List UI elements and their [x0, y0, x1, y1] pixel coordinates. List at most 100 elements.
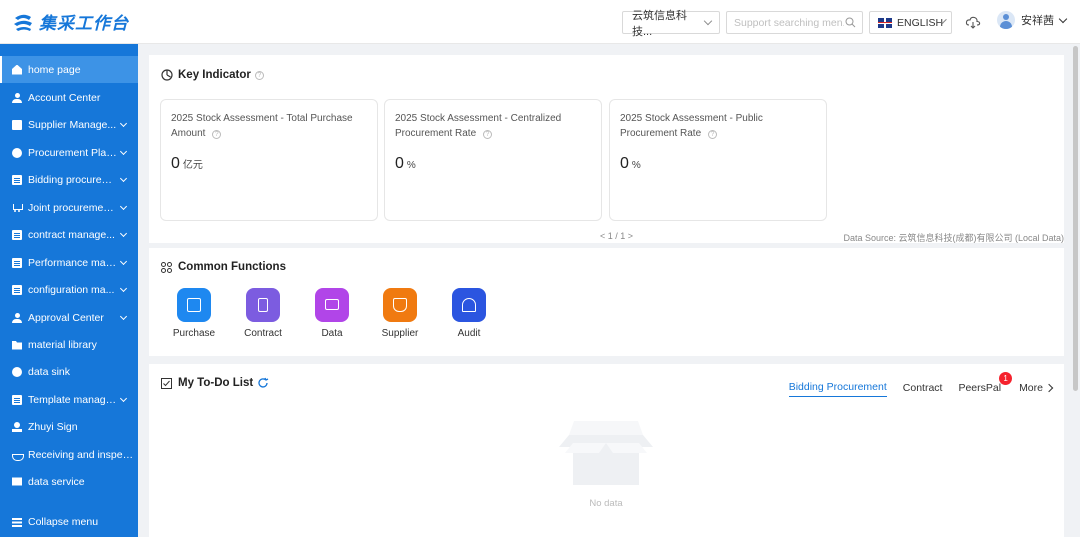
data-source-text: Data Source: 云筑信息科技(成都)有限公司 (Local Data)	[843, 233, 1064, 243]
box-icon	[12, 119, 22, 130]
logo-text: 集采工作台	[39, 14, 129, 33]
data-chart-icon	[315, 288, 349, 322]
indicator-value: 0	[395, 155, 404, 172]
tab-contract[interactable]: Contract	[903, 382, 943, 397]
help-icon[interactable]: ?	[254, 70, 264, 80]
indicator-unit: %	[631, 160, 641, 171]
todo-tabs: Bidding Procurement Contract PeersPal 1 …	[773, 371, 1054, 397]
sidebar-item-joint-procurement[interactable]: Joint procuremen...	[0, 194, 138, 221]
menu-search-input[interactable]	[734, 16, 844, 29]
sidebar-item-home-page[interactable]: home page	[0, 56, 138, 83]
sidebar-item-label: Template manage...	[28, 393, 121, 406]
indicator-card-title: 2025 Stock Assessment - Public Procureme…	[620, 111, 816, 141]
sidebar-item-label: Supplier Manage...	[28, 118, 117, 131]
more-link[interactable]: More	[1019, 382, 1054, 397]
sidebar-item-label: Approval Center	[28, 311, 104, 324]
document-icon	[12, 284, 22, 295]
indicator-card[interactable]: 2025 Stock Assessment - Public Procureme…	[609, 99, 827, 221]
sidebar-item-label: material library	[28, 338, 97, 351]
sidebar-item-template-management[interactable]: Template manage...	[0, 386, 138, 413]
collapse-menu-label: Collapse menu	[28, 516, 99, 528]
function-label: Supplier	[381, 328, 419, 339]
sidebar-item-label: data service	[28, 475, 85, 488]
app-logo[interactable]: 集采工作台	[12, 9, 129, 34]
sidebar-item-label: Receiving and inspectin...	[28, 448, 138, 461]
function-supplier[interactable]: Supplier	[370, 288, 430, 339]
key-indicator-title-text: Key Indicator	[178, 69, 251, 81]
common-functions-panel: Common Functions Purchase Contract Data …	[149, 248, 1064, 356]
sidebar-item-bidding-procurement[interactable]: Bidding procurem...	[0, 166, 138, 193]
indicator-card-title: 2025 Stock Assessment - Centralized Proc…	[395, 111, 591, 141]
chevron-down-icon	[1058, 14, 1068, 23]
function-contract[interactable]: Contract	[233, 288, 293, 339]
indicator-card[interactable]: 2025 Stock Assessment - Total Purchase A…	[160, 99, 378, 221]
logo-mark-icon	[14, 14, 32, 31]
indicator-pagination[interactable]: < 1 / 1 >	[600, 231, 633, 241]
cloud-download-icon[interactable]	[965, 14, 981, 30]
user-menu[interactable]: 安祥茜	[997, 11, 1068, 29]
menu-icon	[12, 517, 22, 527]
sidebar-item-label: Account Center	[28, 91, 101, 104]
chevron-down-icon	[119, 312, 128, 320]
indicator-card-title-text: 2025 Stock Assessment - Centralized Proc…	[395, 113, 562, 139]
todo-panel: My To-Do List Bidding Procurement Contra…	[149, 364, 1064, 537]
empty-box-icon	[559, 421, 653, 485]
sidebar-item-label: Joint procuremen...	[28, 201, 118, 214]
indicator-card-title: 2025 Stock Assessment - Total Purchase A…	[171, 111, 367, 141]
sidebar-item-data-service[interactable]: data service	[0, 468, 138, 495]
sidebar-item-approval-center[interactable]: Approval Center	[0, 304, 138, 331]
common-functions-title-text: Common Functions	[178, 261, 286, 273]
help-icon[interactable]: ?	[707, 130, 717, 139]
chevron-down-icon	[119, 147, 128, 155]
purchase-icon	[177, 288, 211, 322]
top-header: 集采工作台 云筑信息科技... ENGLISH 安祥茜	[0, 0, 1080, 44]
sidebar-item-material-library[interactable]: material library	[0, 331, 138, 358]
circle-icon	[12, 366, 22, 377]
function-data[interactable]: Data	[302, 288, 362, 339]
sidebar-item-zhuyi-sign[interactable]: Zhuyi Sign	[0, 413, 138, 440]
sidebar-item-configuration-management[interactable]: configuration ma...	[0, 276, 138, 303]
home-icon	[12, 64, 22, 75]
indicator-value: 0	[620, 155, 629, 172]
tab-bidding-procurement[interactable]: Bidding Procurement	[788, 381, 887, 397]
notification-badge: 1	[999, 371, 1013, 385]
search-icon	[845, 17, 856, 28]
page-scrollbar[interactable]	[1073, 46, 1078, 391]
scale-icon	[12, 450, 24, 461]
help-icon[interactable]: ?	[482, 130, 492, 139]
sidebar-item-label: Zhuyi Sign	[28, 420, 78, 433]
sidebar-item-label: Bidding procurem...	[28, 173, 120, 186]
menu-search-box[interactable]	[726, 11, 863, 34]
function-audit[interactable]: Audit	[439, 288, 499, 339]
sidebar-item-supplier-management[interactable]: Supplier Manage...	[0, 111, 138, 138]
sidebar-item-receiving-inspection[interactable]: Receiving and inspectin...	[0, 441, 138, 468]
indicator-card-title-text: 2025 Stock Assessment - Public Procureme…	[620, 113, 763, 139]
sidebar-item-label: configuration ma...	[28, 283, 115, 296]
audit-stamp-icon	[452, 288, 486, 322]
uk-flag-icon	[878, 17, 892, 28]
checkbox-icon	[161, 377, 172, 389]
refresh-icon[interactable]	[257, 377, 269, 389]
language-select[interactable]: ENGLISH	[869, 11, 952, 34]
folder-icon	[12, 341, 22, 350]
sidebar-item-data-sink[interactable]: data sink	[0, 358, 138, 385]
function-label: Data	[321, 328, 343, 339]
sidebar-item-contract-management[interactable]: contract manage...	[0, 221, 138, 248]
function-label: Audit	[457, 328, 481, 339]
indicator-card[interactable]: 2025 Stock Assessment - Centralized Proc…	[384, 99, 602, 221]
sidebar-item-account-center[interactable]: Account Center	[0, 84, 138, 111]
help-icon[interactable]: ?	[212, 130, 222, 139]
chevron-down-icon	[119, 119, 128, 127]
tab-peerspal[interactable]: PeersPal 1	[958, 371, 1013, 397]
function-purchase[interactable]: Purchase	[164, 288, 224, 339]
function-label: Contract	[244, 328, 282, 339]
collapse-menu-button[interactable]: Collapse menu	[0, 509, 138, 535]
contract-icon	[246, 288, 280, 322]
document-icon	[12, 229, 22, 240]
supplier-store-icon	[383, 288, 417, 322]
chevron-down-icon	[119, 257, 128, 265]
sidebar-item-procurement-plan[interactable]: Procurement Plan...	[0, 139, 138, 166]
indicator-value: 0	[171, 155, 180, 172]
organization-select[interactable]: 云筑信息科技...	[622, 10, 720, 38]
sidebar-item-performance-management[interactable]: Performance man...	[0, 249, 138, 276]
